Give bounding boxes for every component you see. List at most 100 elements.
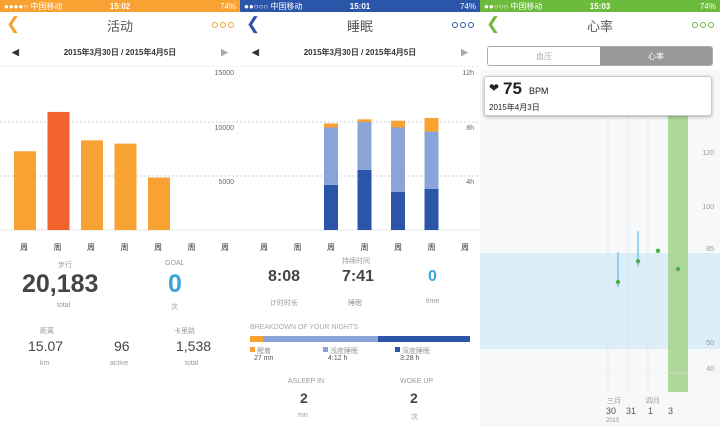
sleep-segment[interactable] — [324, 123, 338, 128]
light-value: 4:12 h — [328, 355, 348, 362]
status-bar: ●●○○○ 中国移动 15:01 74% — [240, 0, 480, 12]
hr-point[interactable] — [635, 259, 641, 264]
y-tick: 8h — [466, 125, 474, 132]
date-range: 2015年3月30日 / 2015年4月5日 — [303, 47, 417, 57]
weekday-label: 周 — [327, 242, 335, 252]
back-icon[interactable]: ❮ — [246, 15, 260, 32]
distance-value: 15.07 — [28, 338, 64, 354]
more-icon[interactable] — [692, 22, 714, 28]
x-day: 30 — [606, 406, 617, 416]
y-tick: 12h — [462, 70, 474, 77]
distance-unit: km — [40, 360, 50, 367]
activity-bar[interactable] — [81, 140, 103, 230]
x-month: 三月 — [607, 398, 621, 405]
asleep-label: ASLEEP IN — [288, 378, 325, 385]
hr-chart: 120 100 85 50 40 三月 四月 30 31 1 3 2015 — [480, 70, 720, 427]
weekday-label: 周 — [394, 242, 402, 252]
hr-tooltip: ❤ 75 BPM 2015年4月3日 — [484, 76, 712, 116]
y-tick: 4h — [466, 179, 474, 186]
breakdown-deep — [377, 336, 470, 342]
back-icon[interactable]: ❮ — [486, 15, 500, 32]
breakdown-bar — [250, 336, 470, 342]
sleep-segment[interactable] — [324, 127, 338, 185]
nav-bar: ❮ 活动 — [0, 12, 240, 38]
activity-chart: 15000 10000 5000 — [0, 66, 240, 240]
time-value: 0 — [428, 268, 437, 285]
status-bar: ●●●●○ 中国移动 15:02 74% — [0, 0, 240, 12]
tooltip-unit: BPM — [529, 86, 549, 96]
hr-point[interactable] — [655, 248, 661, 253]
weekday-label: 周 — [461, 242, 469, 252]
deep-swatch — [395, 347, 400, 352]
tooltip-date: 2015年4月3日 — [489, 103, 540, 112]
tab-heart-rate[interactable]: 心率 — [600, 47, 712, 65]
next-week-icon[interactable]: ▶ — [221, 47, 228, 58]
more-icon[interactable] — [212, 22, 234, 28]
sleep-segment[interactable] — [357, 119, 372, 123]
sleep-segment[interactable] — [391, 127, 405, 192]
y-tick: 15000 — [214, 70, 234, 77]
back-icon[interactable]: ❮ — [6, 15, 20, 32]
tab-blood-pressure[interactable]: 血压 — [488, 47, 600, 65]
weekday-label: 周 — [293, 242, 302, 252]
sleep-segment[interactable] — [357, 169, 372, 230]
selected-day-highlight[interactable] — [668, 110, 688, 392]
sleep-segment[interactable] — [424, 117, 439, 132]
x-day: 3 — [668, 406, 674, 416]
prev-week-icon[interactable]: ◀ — [252, 47, 259, 58]
calories-unit: total — [185, 360, 199, 367]
awake-swatch — [250, 347, 255, 352]
duration-label: 持续时间 — [342, 258, 370, 265]
distance-label: 距离 — [40, 328, 54, 335]
weekday-label: 周 — [87, 242, 95, 252]
weekday-label: 周 — [20, 242, 28, 252]
next-week-icon[interactable]: ▶ — [461, 47, 468, 58]
steps-label: 步行 — [58, 262, 72, 269]
goal-unit: 次 — [171, 304, 178, 311]
prev-week-icon[interactable]: ◀ — [12, 47, 19, 58]
sleep-segment[interactable] — [324, 184, 338, 230]
goal-value: 0 — [168, 270, 182, 298]
hr-point[interactable] — [615, 279, 621, 285]
date-bar: ◀ 2015年3月30日 / 2015年4月5日 ▶ — [0, 38, 240, 66]
y-tick: 120 — [702, 150, 714, 157]
activity-screen: ●●●●○ 中国移动 15:02 74% ❮ 活动 ◀ 2015年3月30日 /… — [0, 0, 240, 427]
weekday-labels: 周周周周周周周 — [240, 240, 480, 254]
breakdown-light — [263, 336, 378, 342]
x-day: 31 — [626, 406, 637, 416]
active-value: 96 — [114, 338, 130, 354]
page-title: 睡眠 — [346, 18, 373, 34]
heart-icon: ❤ — [489, 81, 500, 95]
more-icon[interactable] — [452, 22, 474, 28]
activity-bar[interactable] — [47, 111, 70, 230]
sleep-bars — [240, 66, 480, 231]
activity-bar[interactable] — [114, 143, 137, 230]
goal-label: GOAL — [165, 260, 185, 267]
y-tick: 10000 — [214, 125, 234, 132]
hr-point[interactable] — [675, 266, 681, 272]
active-unit: active — [110, 360, 129, 367]
sleep-segment[interactable] — [391, 191, 405, 230]
weekday-label: 周 — [221, 242, 229, 252]
sleep-stats: 持续时间 8:08 计时时长 7:41 睡眠 0 time BREAKDOWN … — [240, 254, 480, 426]
sleep-segment[interactable] — [357, 122, 372, 170]
status-bar: ●●○○○ 中国移动 15:03 74% — [480, 0, 720, 12]
page-title: 活动 — [106, 18, 133, 34]
breakdown-awake — [250, 336, 264, 342]
weekday-label: 周 — [260, 242, 268, 252]
asleep-unit: mn — [298, 412, 308, 419]
segment-control: 血压 心率 — [487, 46, 713, 66]
sleep-segment[interactable] — [391, 120, 405, 128]
steps-value: 20,183 — [22, 270, 99, 298]
activity-bar[interactable] — [14, 151, 36, 230]
sleep-unit: 睡眠 — [348, 300, 362, 307]
awake-value: 27 mn — [254, 355, 274, 362]
activity-bar[interactable] — [148, 177, 170, 230]
y-tick: 50 — [706, 340, 714, 347]
time-unit: time — [426, 298, 440, 305]
sleep-segment[interactable] — [424, 131, 439, 189]
sleep-screen: ●●○○○ 中国移动 15:01 74% ❮ 睡眠 ◀ 2015年3月30日 /… — [240, 0, 480, 427]
sleep-segment[interactable] — [424, 189, 439, 230]
woke-unit: 次 — [411, 414, 418, 421]
clock: 15:01 — [349, 1, 371, 11]
